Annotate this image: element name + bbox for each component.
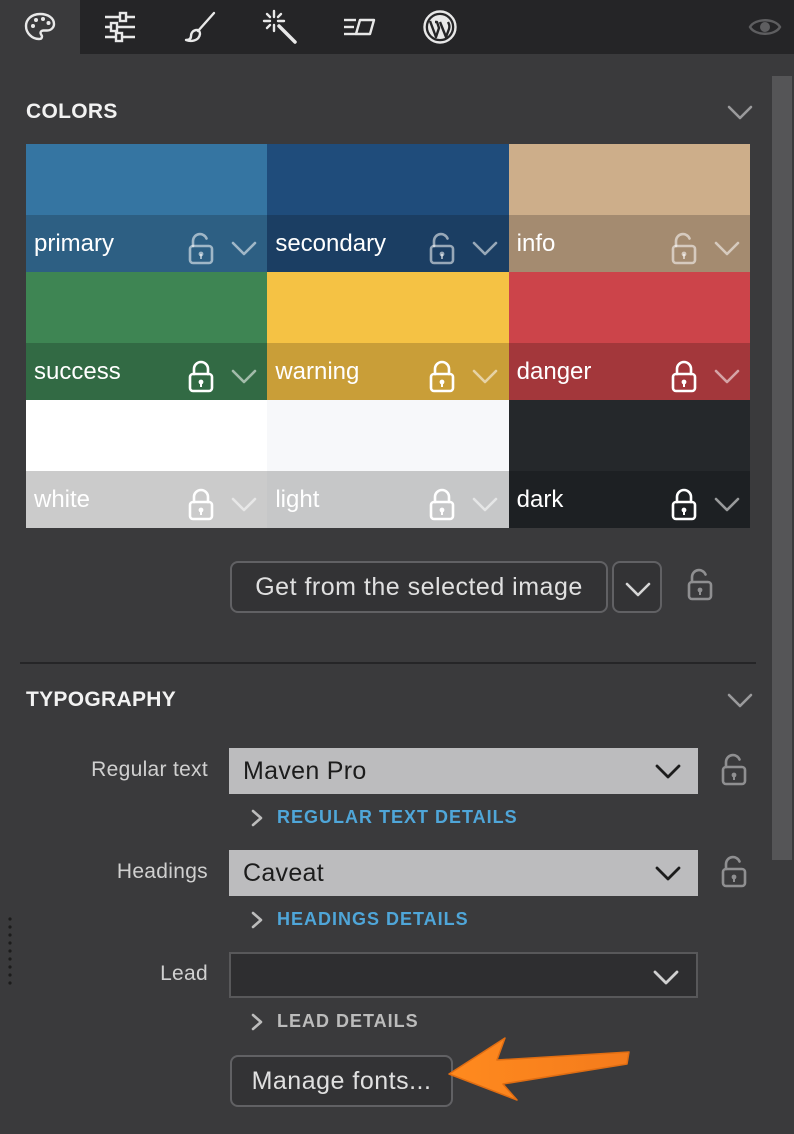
chevron-down-icon[interactable] [713, 366, 741, 386]
chevron-down-icon[interactable] [713, 238, 741, 258]
swatch-color-fill[interactable] [26, 144, 268, 215]
get-from-image-dropdown[interactable] [612, 561, 662, 613]
swatch-color-fill[interactable] [267, 144, 509, 215]
color-swatch-dark[interactable]: dark [508, 400, 750, 528]
color-swatch-warning[interactable]: warning [267, 272, 509, 400]
lead-details-label: LEAD DETAILS [277, 1011, 419, 1031]
brush-tool[interactable] [160, 0, 240, 54]
headings-font-select[interactable]: Caveat [229, 850, 698, 896]
color-swatch-grid: primary secondary info success warning danger… [26, 144, 750, 528]
chevron-down-icon[interactable] [471, 366, 499, 386]
eye-icon[interactable] [748, 12, 782, 42]
text-style-tool[interactable] [320, 0, 400, 54]
resize-grip-icon[interactable] [8, 916, 12, 986]
chevron-down-icon[interactable] [230, 238, 258, 258]
chevron-right-icon [251, 911, 263, 928]
sliders-icon [105, 11, 135, 43]
palette-icon [24, 12, 56, 41]
regular-text-lock-open-icon[interactable] [720, 753, 748, 787]
color-swatch-primary[interactable]: primary [26, 144, 268, 272]
lead-label: Lead [160, 962, 208, 985]
lock-open-icon[interactable] [669, 232, 699, 266]
headings-lock-open-icon[interactable] [720, 855, 748, 889]
lock-closed-icon[interactable] [186, 360, 216, 394]
chevron-down-icon[interactable] [230, 494, 258, 514]
color-swatch-white[interactable]: white [26, 400, 268, 528]
lock-open-icon[interactable] [186, 232, 216, 266]
swatch-name: success [34, 358, 121, 385]
lock-closed-icon[interactable] [427, 360, 457, 394]
regular-text-font-value: Maven Pro [243, 756, 367, 785]
manage-fonts-button[interactable]: Manage fonts... [230, 1055, 453, 1107]
text-align-icon [344, 18, 376, 36]
swatch-name: danger [516, 358, 592, 385]
chevron-down-icon [625, 582, 651, 597]
chevron-right-icon [251, 1013, 263, 1030]
color-swatch-danger[interactable]: danger [508, 272, 750, 400]
color-swatch-secondary[interactable]: secondary [267, 144, 509, 272]
chevron-down-icon [655, 866, 681, 881]
swatch-color-fill[interactable] [26, 400, 268, 471]
lead-details-toggle[interactable]: LEAD DETAILS [250, 1011, 419, 1032]
swatch-name: primary [34, 230, 115, 257]
lock-closed-icon[interactable] [669, 360, 699, 394]
section-divider [20, 662, 756, 664]
swatch-color-fill[interactable] [508, 400, 750, 471]
magic-wand-tool[interactable] [240, 0, 320, 54]
swatch-color-fill[interactable] [508, 144, 750, 215]
swatch-color-fill[interactable] [26, 272, 268, 343]
swatch-name: light [275, 486, 320, 513]
color-swatch-success[interactable]: success [26, 272, 268, 400]
swatch-color-fill[interactable] [508, 272, 750, 343]
swatch-name: info [516, 230, 556, 257]
colors-collapse-chevron-icon[interactable] [726, 102, 754, 122]
chevron-down-icon[interactable] [230, 366, 258, 386]
palette-tool[interactable] [0, 0, 80, 54]
scrollbar[interactable] [772, 76, 792, 860]
lock-closed-icon[interactable] [186, 488, 216, 522]
regular-text-label: Regular text [91, 758, 208, 781]
regular-text-font-select[interactable]: Maven Pro [229, 748, 698, 794]
colors-section-title: COLORS [26, 100, 118, 123]
wordpress-tool[interactable] [400, 0, 480, 54]
headings-details-toggle[interactable]: HEADINGS DETAILS [250, 909, 469, 930]
magic-wand-icon [262, 9, 297, 44]
get-from-image-button[interactable]: Get from the selected image [230, 561, 608, 613]
sliders-tool[interactable] [80, 0, 160, 54]
swatch-name: white [34, 486, 91, 513]
lead-font-select[interactable] [229, 952, 698, 998]
color-swatch-light[interactable]: light [267, 400, 509, 528]
callout-arrow-icon [448, 1037, 630, 1101]
headings-details-label: HEADINGS DETAILS [277, 909, 469, 929]
chevron-down-icon [655, 764, 681, 779]
typography-section-title: TYPOGRAPHY [26, 688, 177, 711]
swatch-color-fill[interactable] [267, 272, 509, 343]
chevron-down-icon[interactable] [713, 494, 741, 514]
typography-collapse-chevron-icon[interactable] [726, 690, 754, 710]
lock-open-icon[interactable] [427, 232, 457, 266]
swatch-name: dark [516, 486, 564, 513]
swatch-name: secondary [275, 230, 387, 257]
chevron-down-icon[interactable] [471, 494, 499, 514]
regular-text-details-label: REGULAR TEXT DETAILS [277, 807, 518, 827]
lock-closed-icon[interactable] [669, 488, 699, 522]
chevron-right-icon [251, 809, 263, 826]
chevron-down-icon [653, 970, 679, 985]
regular-text-details-toggle[interactable]: REGULAR TEXT DETAILS [250, 807, 518, 828]
chevron-down-icon[interactable] [471, 238, 499, 258]
wordpress-icon [423, 10, 457, 44]
headings-font-value: Caveat [243, 858, 325, 887]
palette-lock-open-icon[interactable] [686, 568, 714, 602]
swatch-color-fill[interactable] [267, 400, 509, 471]
color-swatch-info[interactable]: info [508, 144, 750, 272]
swatch-name: warning [275, 358, 360, 385]
lock-closed-icon[interactable] [427, 488, 457, 522]
toolbar [0, 0, 794, 54]
headings-label: Headings [116, 860, 208, 883]
brush-icon [184, 11, 216, 43]
